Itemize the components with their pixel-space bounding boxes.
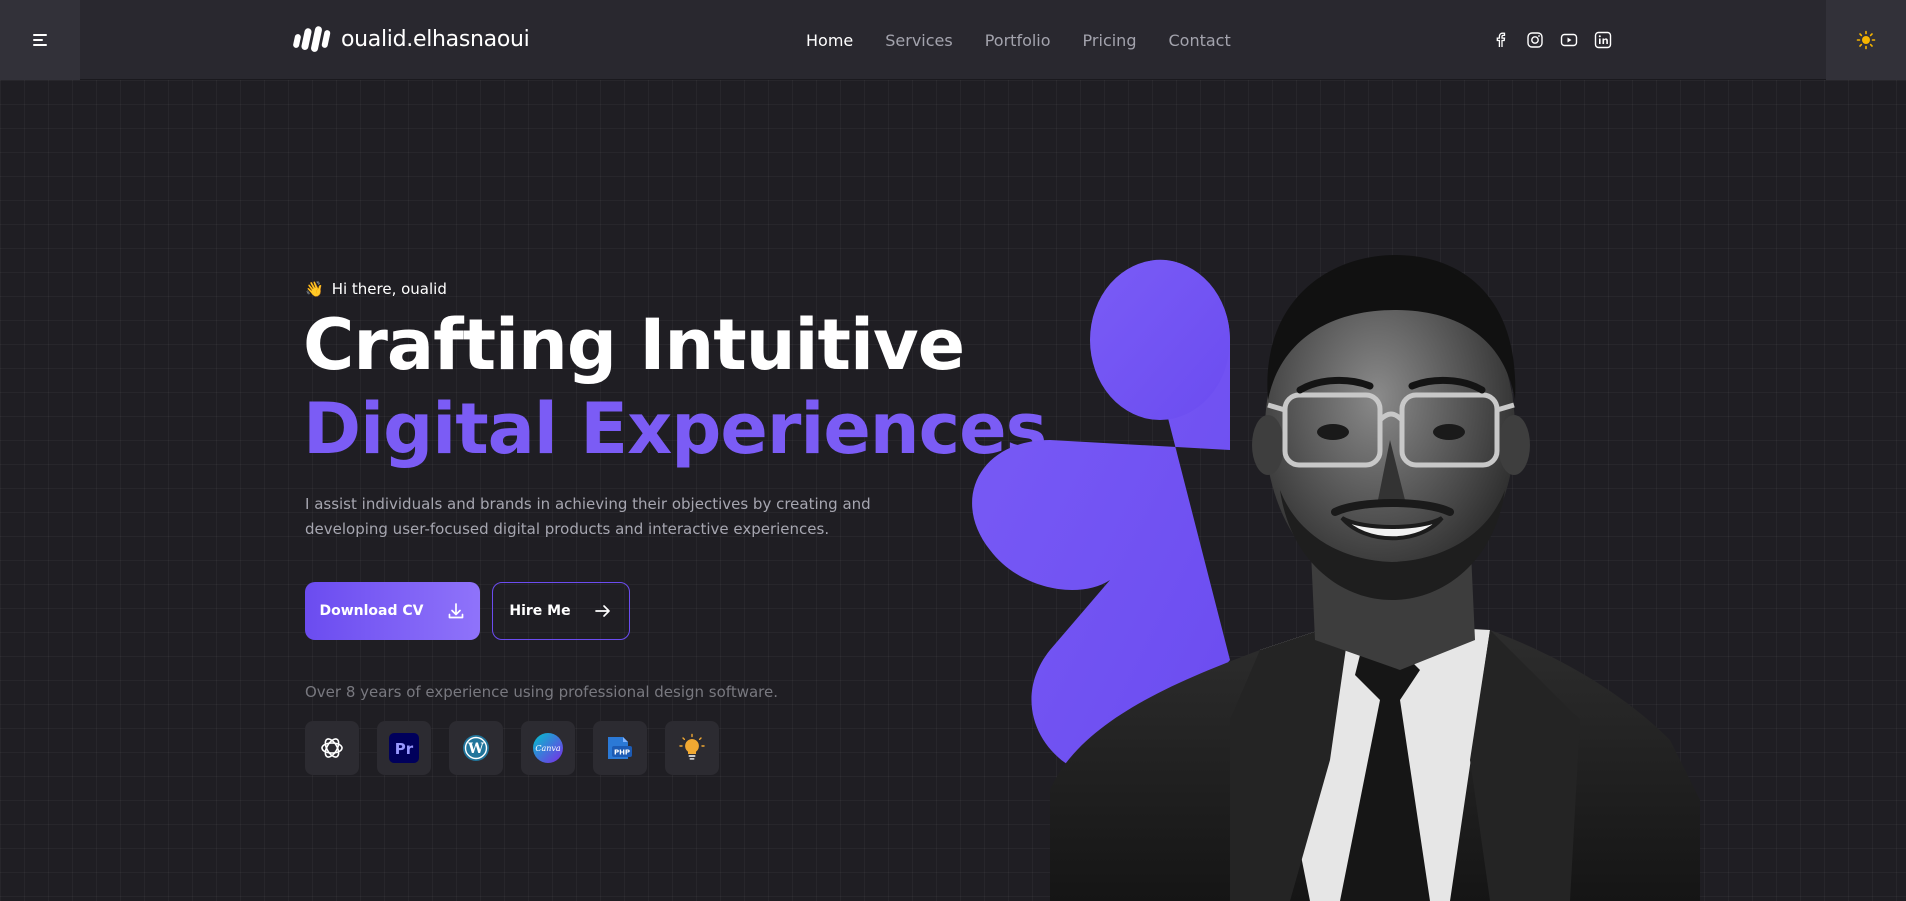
tools-list: Pr W Canva PHP (305, 721, 719, 775)
instagram-icon[interactable] (1526, 31, 1544, 49)
download-icon (448, 603, 463, 619)
hero-title-line1: Crafting Intuitive (303, 304, 965, 386)
download-cv-button[interactable]: Download CV (305, 582, 480, 640)
waving-hand-icon: 👋 (305, 280, 324, 298)
wordpress-icon: W (449, 721, 503, 775)
arrow-right-icon (594, 605, 610, 617)
openai-icon (305, 721, 359, 775)
nav-portfolio[interactable]: Portfolio (985, 31, 1051, 50)
premiere-pro-icon: Pr (377, 721, 431, 775)
social-links (1492, 0, 1612, 80)
idea-bulb-icon (665, 721, 719, 775)
svg-text:PHP: PHP (614, 749, 630, 757)
svg-text:Canva: Canva (535, 744, 561, 753)
svg-text:W: W (467, 741, 484, 757)
linkedin-icon[interactable] (1594, 31, 1612, 49)
greeting-text: Hi there, oualid (331, 280, 447, 298)
nav-pricing[interactable]: Pricing (1083, 31, 1137, 50)
menu-icon (33, 34, 47, 46)
hero-description: I assist individuals and brands in achie… (305, 495, 871, 538)
logo-icon (293, 26, 331, 52)
facebook-icon[interactable] (1492, 31, 1510, 49)
greeting: 👋 Hi there, oualid (305, 280, 447, 298)
php-icon: PHP (593, 721, 647, 775)
main-nav: Home Services Portfolio Pricing Contact (806, 0, 1231, 80)
hero-section: 👋 Hi there, oualid Crafting Intuitive Di… (0, 80, 1906, 901)
theme-toggle-button[interactable] (1826, 0, 1906, 80)
logo-text: oualid.elhasnaoui (341, 26, 530, 52)
nav-services[interactable]: Services (885, 31, 952, 50)
download-cv-label: Download CV (319, 603, 424, 619)
hire-me-label: Hire Me (509, 603, 571, 619)
hire-me-button[interactable]: Hire Me (492, 582, 630, 640)
hero-portrait (972, 255, 1700, 901)
youtube-icon[interactable] (1560, 31, 1578, 49)
site-header: oualid.elhasnaoui Home Services Portfoli… (0, 0, 1906, 80)
nav-contact[interactable]: Contact (1168, 31, 1230, 50)
svg-text:Pr: Pr (395, 740, 414, 758)
experience-text: Over 8 years of experience using profess… (305, 683, 778, 701)
site-logo[interactable]: oualid.elhasnaoui (293, 24, 530, 54)
menu-button[interactable] (0, 0, 80, 80)
nav-home[interactable]: Home (806, 31, 853, 50)
sun-icon (1856, 30, 1876, 50)
canva-icon: Canva (521, 721, 575, 775)
